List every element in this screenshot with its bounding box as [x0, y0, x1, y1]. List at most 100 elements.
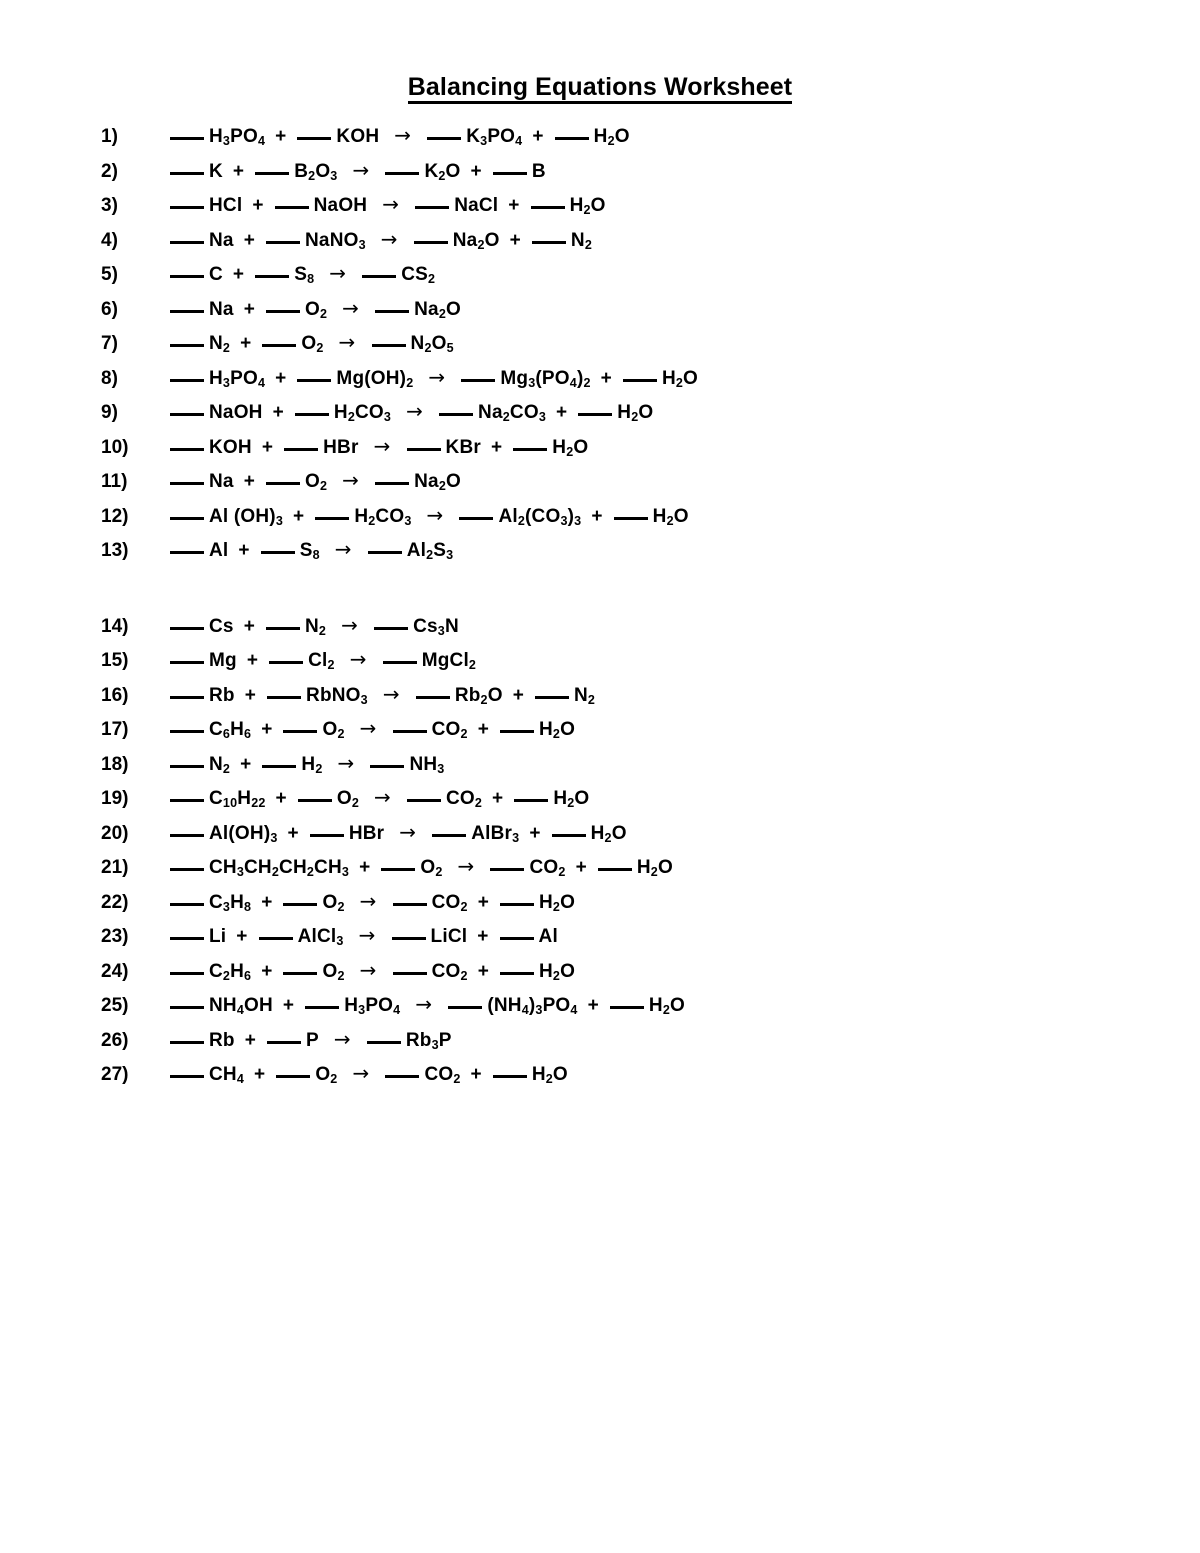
answer-blank[interactable]	[490, 868, 525, 871]
answer-blank[interactable]	[535, 695, 569, 699]
answer-blank[interactable]	[170, 1040, 204, 1044]
answer-blank[interactable]	[413, 240, 448, 244]
answer-blank[interactable]	[283, 902, 318, 906]
equation-row: 9) NaOH + H2CO3 → Na2CO3 + H2O	[0, 399, 1200, 434]
answer-blank[interactable]	[554, 137, 589, 140]
answer-blank[interactable]	[170, 661, 204, 664]
answer-blank[interactable]	[392, 730, 427, 733]
answer-blank[interactable]	[255, 171, 290, 175]
answer-blank[interactable]	[276, 1075, 311, 1078]
answer-blank[interactable]	[170, 413, 204, 416]
answer-blank[interactable]	[374, 626, 409, 630]
answer-blank[interactable]	[406, 799, 441, 802]
answer-blank[interactable]	[255, 275, 290, 278]
answer-blank[interactable]	[267, 1040, 302, 1044]
answer-blank[interactable]	[305, 1006, 340, 1009]
answer-blank[interactable]	[170, 730, 204, 733]
answer-blank[interactable]	[513, 447, 548, 451]
answer-blank[interactable]	[392, 902, 427, 906]
answer-blank[interactable]	[415, 695, 450, 699]
answer-blank[interactable]	[297, 378, 332, 382]
answer-blank[interactable]	[170, 551, 204, 554]
answer-blank[interactable]	[499, 730, 534, 733]
answer-blank[interactable]	[262, 344, 297, 347]
answer-blank[interactable]	[597, 868, 632, 871]
answer-blank[interactable]	[170, 275, 204, 278]
answer-blank[interactable]	[170, 240, 204, 244]
answer-blank[interactable]	[499, 971, 534, 975]
answer-blank[interactable]	[170, 171, 204, 175]
answer-blank[interactable]	[530, 206, 565, 209]
answer-blank[interactable]	[170, 447, 204, 451]
answer-blank[interactable]	[297, 137, 332, 140]
answer-blank[interactable]	[613, 516, 648, 520]
answer-blank[interactable]	[375, 482, 410, 485]
answer-blank[interactable]	[262, 764, 297, 768]
answer-blank[interactable]	[459, 516, 494, 520]
answer-blank[interactable]	[170, 206, 204, 209]
answer-blank[interactable]	[370, 764, 405, 768]
answer-blank[interactable]	[315, 516, 350, 520]
answer-blank[interactable]	[170, 137, 204, 140]
answer-blank[interactable]	[578, 413, 613, 416]
answer-blank[interactable]	[406, 447, 441, 451]
answer-blank[interactable]	[170, 378, 204, 382]
answer-blank[interactable]	[375, 309, 410, 313]
answer-blank[interactable]	[392, 971, 427, 975]
answer-blank[interactable]	[170, 516, 204, 520]
answer-blank[interactable]	[260, 551, 295, 554]
answer-blank[interactable]	[385, 171, 420, 175]
answer-blank[interactable]	[381, 868, 416, 871]
answer-blank[interactable]	[382, 661, 417, 664]
answer-blank[interactable]	[514, 799, 549, 802]
answer-blank[interactable]	[284, 447, 319, 451]
answer-blank[interactable]	[266, 309, 300, 313]
answer-blank[interactable]	[432, 833, 467, 837]
answer-blank[interactable]	[391, 937, 426, 940]
answer-blank[interactable]	[170, 868, 204, 871]
answer-blank[interactable]	[297, 799, 332, 802]
answer-blank[interactable]	[531, 240, 566, 244]
answer-blank[interactable]	[385, 1075, 420, 1078]
answer-blank[interactable]	[170, 799, 204, 802]
answer-blank[interactable]	[170, 344, 204, 347]
answer-blank[interactable]	[170, 937, 204, 940]
answer-blank[interactable]	[309, 833, 344, 837]
answer-blank[interactable]	[170, 695, 204, 699]
answer-blank[interactable]	[492, 171, 527, 175]
answer-blank[interactable]	[170, 1006, 204, 1009]
answer-blank[interactable]	[609, 1006, 644, 1009]
answer-blank[interactable]	[427, 137, 462, 140]
answer-blank[interactable]	[551, 833, 586, 837]
answer-blank[interactable]	[448, 1006, 483, 1009]
answer-blank[interactable]	[170, 309, 204, 313]
answer-blank[interactable]	[266, 482, 300, 485]
answer-blank[interactable]	[274, 206, 309, 209]
answer-blank[interactable]	[439, 413, 474, 416]
answer-blank[interactable]	[367, 551, 402, 554]
answer-blank[interactable]	[461, 378, 496, 382]
answer-blank[interactable]	[362, 275, 397, 278]
answer-blank[interactable]	[499, 937, 534, 940]
answer-blank[interactable]	[170, 482, 204, 485]
answer-blank[interactable]	[622, 378, 657, 382]
answer-blank[interactable]	[283, 730, 318, 733]
answer-blank[interactable]	[266, 626, 300, 630]
answer-blank[interactable]	[170, 833, 204, 837]
answer-blank[interactable]	[266, 240, 300, 244]
answer-blank[interactable]	[366, 1040, 401, 1044]
answer-blank[interactable]	[170, 1075, 204, 1078]
answer-blank[interactable]	[170, 971, 204, 975]
answer-blank[interactable]	[170, 902, 204, 906]
answer-blank[interactable]	[283, 971, 318, 975]
answer-blank[interactable]	[294, 413, 329, 416]
answer-blank[interactable]	[371, 344, 406, 347]
answer-blank[interactable]	[269, 661, 304, 664]
answer-blank[interactable]	[170, 764, 204, 768]
answer-blank[interactable]	[415, 206, 450, 209]
answer-blank[interactable]	[258, 937, 293, 940]
answer-blank[interactable]	[499, 902, 534, 906]
answer-blank[interactable]	[170, 626, 204, 630]
answer-blank[interactable]	[492, 1075, 527, 1078]
answer-blank[interactable]	[267, 695, 302, 699]
